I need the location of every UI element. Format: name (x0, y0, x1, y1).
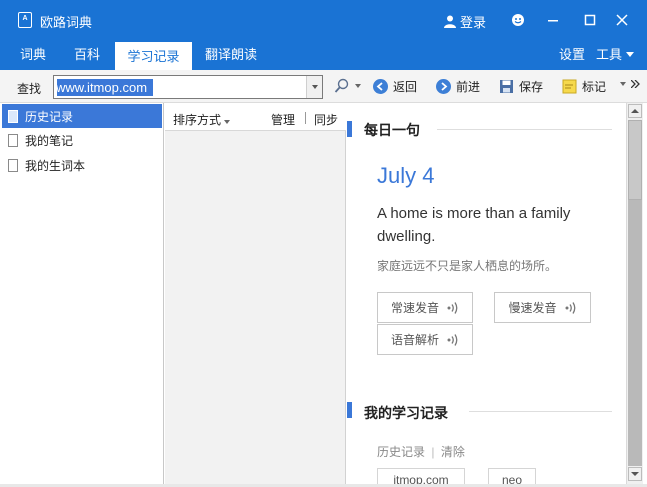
login-button[interactable]: 登录 (444, 12, 486, 31)
chevron-down-icon (626, 52, 635, 57)
divider (437, 129, 612, 130)
left-nav-panel: 历史记录 我的笔记 我的生词本 (0, 103, 164, 484)
save-label: 保存 (519, 80, 544, 94)
section-marker (347, 121, 352, 137)
tab-study-records[interactable]: 学习记录 (115, 40, 192, 70)
tab-translate-read[interactable]: 翻译朗读 (196, 40, 266, 70)
vertical-scrollbar[interactable] (626, 103, 643, 484)
forward-button[interactable]: 前进 (436, 78, 480, 95)
search-icon (334, 78, 349, 93)
daily-date: July 4 (377, 163, 435, 188)
scroll-up-button[interactable] (628, 104, 642, 118)
maximize-icon (584, 14, 596, 26)
tab-bar: 词典 百科 学习记录 翻译朗读 设置 工具 (0, 40, 647, 70)
find-label: 查找 (17, 82, 42, 96)
slow-speed-button[interactable]: 慢速发音 (494, 292, 591, 323)
section-marker (347, 402, 352, 418)
login-label: 登录 (460, 15, 487, 30)
daily-chinese-translation: 家庭远远不只是家人栖息的场所。 (377, 259, 558, 273)
divider (305, 112, 306, 124)
speaker-wave-icon (447, 333, 458, 346)
nav-item-label: 我的笔记 (25, 133, 74, 148)
toolbar: 查找 返回 前进 保存 标 (0, 70, 647, 103)
user-icon (444, 15, 456, 28)
document-icon (8, 133, 18, 147)
chevron-down-icon (620, 82, 626, 86)
close-icon (616, 14, 628, 26)
nav-item-vocabulary[interactable]: 我的生词本 (2, 153, 162, 177)
search-input[interactable] (56, 78, 306, 96)
nav-item-label: 我的生词本 (25, 158, 86, 173)
mark-label: 标记 (582, 80, 607, 94)
document-icon (8, 158, 18, 172)
button-label: 常速发音 (390, 301, 439, 315)
search-history-dropdown[interactable] (306, 76, 322, 98)
scroll-thumb[interactable] (628, 120, 642, 200)
history-links: 历史记录 | 清除 (377, 443, 465, 460)
back-arrow-icon (373, 79, 388, 94)
list-header: 排序方式 管理 同步 (165, 103, 346, 131)
toolbar-overflow-button[interactable] (620, 80, 640, 88)
skin-button[interactable] (508, 10, 528, 30)
forward-label: 前进 (456, 80, 481, 94)
nav-item-notes[interactable]: 我的笔记 (2, 128, 162, 152)
manage-button[interactable]: 管理 (271, 111, 295, 128)
close-button[interactable] (612, 10, 632, 30)
sort-dropdown[interactable]: 排序方式 (173, 111, 231, 128)
scroll-track[interactable] (628, 200, 642, 466)
tab-encyclopedia[interactable]: 百科 (62, 40, 112, 70)
sort-label: 排序方式 (173, 113, 222, 127)
speaker-wave-icon (447, 301, 458, 314)
bookmark-note-icon (562, 79, 577, 94)
settings-menu[interactable]: 设置 (553, 40, 591, 70)
search-button[interactable] (334, 78, 361, 94)
nav-item-history[interactable]: 历史记录 (2, 104, 162, 128)
chevron-down-icon (355, 84, 361, 88)
clear-link[interactable]: 清除 (441, 445, 465, 459)
maximize-button[interactable] (580, 10, 600, 30)
document-icon (8, 109, 18, 123)
daily-english-sentence: A home is more than a family dwelling. (377, 205, 571, 245)
smiley-icon (512, 14, 524, 26)
save-button[interactable]: 保存 (499, 78, 543, 95)
search-field[interactable] (53, 75, 323, 99)
history-link[interactable]: 历史记录 (377, 445, 425, 459)
chevron-down-icon (631, 472, 639, 476)
window-title: 欧路词典 (40, 15, 93, 30)
mark-button[interactable]: 标记 (562, 78, 606, 95)
save-disk-icon (500, 80, 513, 93)
forward-arrow-icon (436, 79, 451, 94)
scroll-down-button[interactable] (628, 467, 642, 481)
history-chip[interactable]: neo (488, 468, 536, 484)
history-chip[interactable]: itmop.com (377, 468, 465, 484)
divider (469, 411, 612, 412)
tab-dictionary[interactable]: 词典 (8, 40, 58, 70)
minimize-icon (548, 20, 558, 22)
daily-sentence-title: 每日一句 (364, 122, 420, 138)
study-records-title: 我的学习记录 (364, 405, 448, 421)
nav-item-label: 历史记录 (25, 109, 74, 124)
tools-menu[interactable]: 工具 (596, 40, 640, 70)
record-list-panel: 排序方式 管理 同步 (165, 103, 346, 484)
sync-button[interactable]: 同步 (314, 111, 338, 128)
button-label: 慢速发音 (508, 301, 557, 315)
content-panel: 每日一句 July 4 A home is more than a family… (347, 103, 625, 484)
speaker-wave-icon (565, 301, 575, 314)
normal-speed-button[interactable]: 常速发音 (377, 292, 473, 323)
phonetic-analysis-button[interactable]: 语音解析 (377, 324, 473, 355)
app-logo-icon: A (18, 12, 32, 28)
link-separator: | (431, 445, 435, 459)
tools-label: 工具 (596, 47, 623, 62)
minimize-button[interactable] (543, 10, 563, 30)
back-button[interactable]: 返回 (373, 78, 417, 95)
title-bar: A 欧路词典 登录 (0, 0, 647, 40)
chevron-up-icon (631, 109, 639, 113)
button-label: 语音解析 (390, 333, 439, 347)
double-chevron-right-icon (631, 80, 640, 88)
chevron-down-icon (224, 120, 231, 124)
back-label: 返回 (393, 80, 418, 94)
